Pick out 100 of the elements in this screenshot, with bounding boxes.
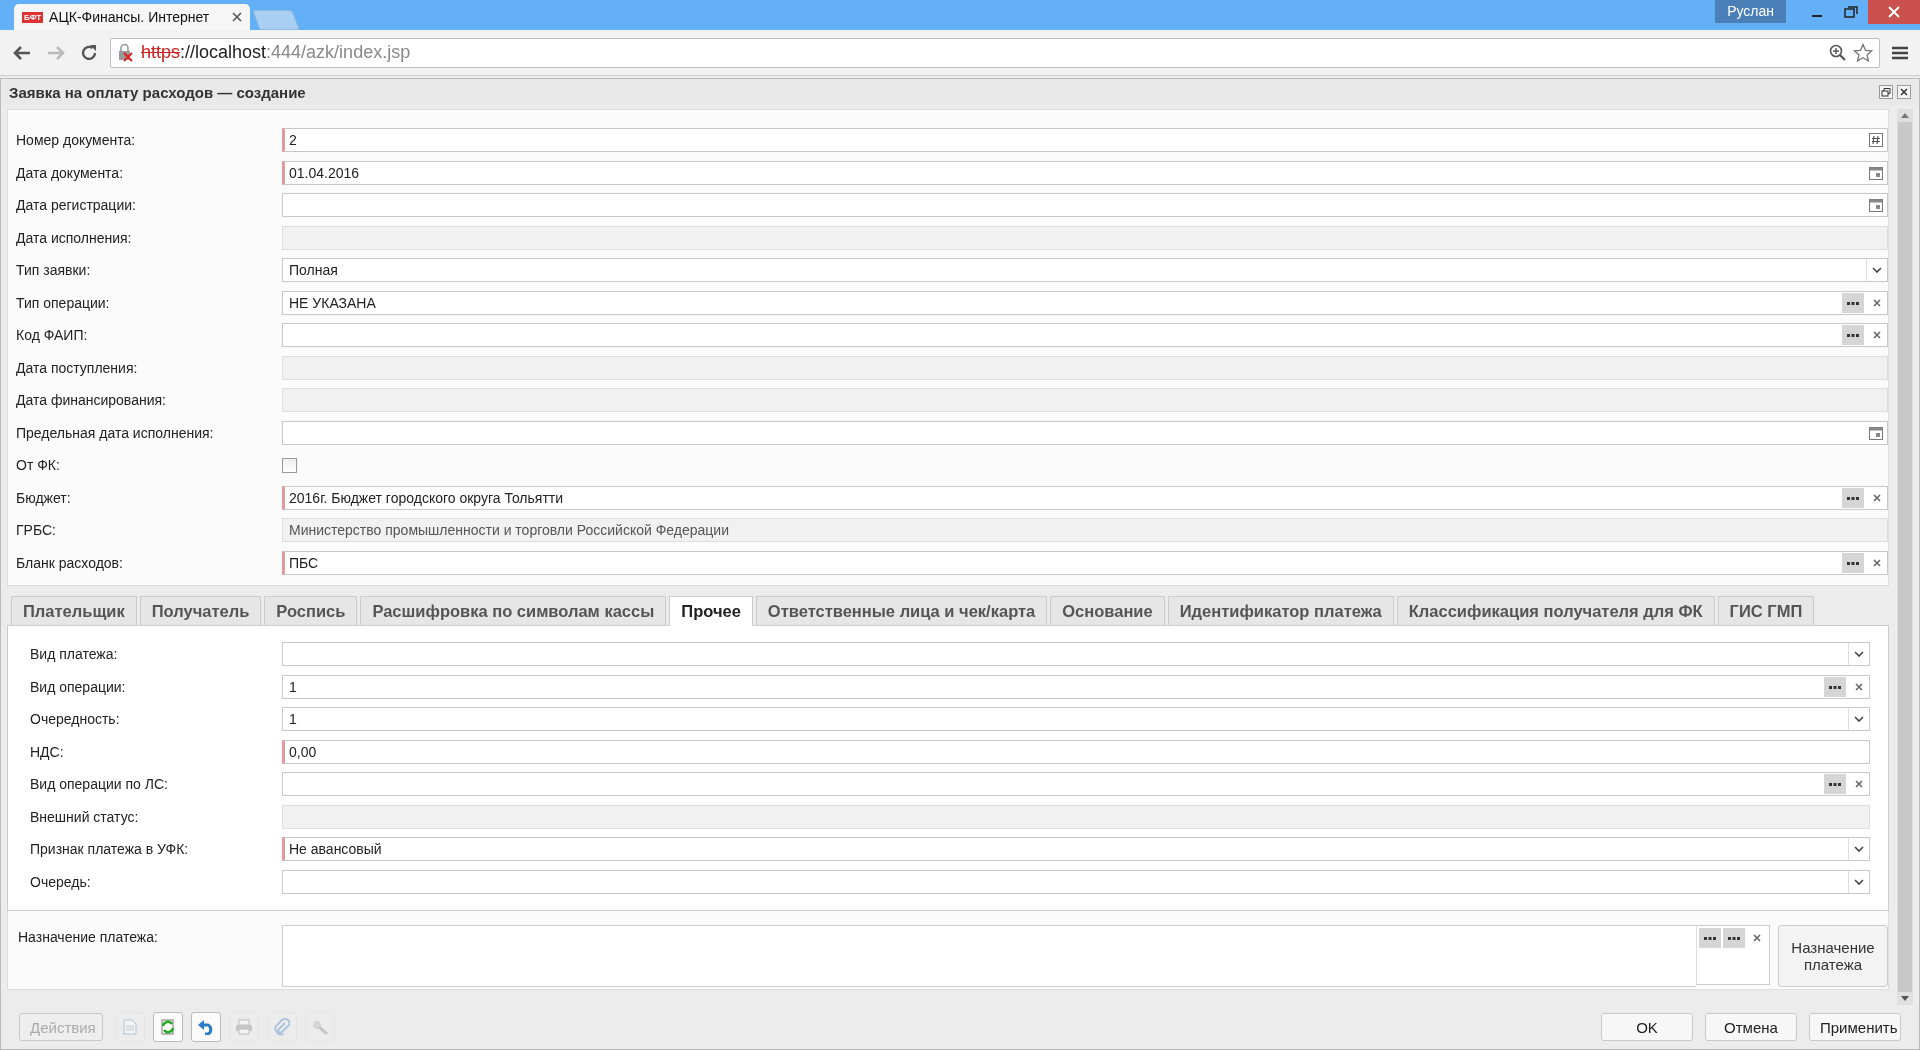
menu-icon[interactable] bbox=[1892, 45, 1908, 60]
field-label: Вид операции: bbox=[29, 678, 127, 695]
readonly-field[interactable]: Министерство промышленности и торговли Российской Федерации bbox=[282, 518, 1888, 543]
readonly-field[interactable] bbox=[282, 804, 1870, 829]
readonly-field[interactable] bbox=[282, 388, 1888, 413]
field-label: Дата документа: bbox=[16, 164, 125, 181]
undo-button[interactable] bbox=[191, 1012, 221, 1042]
field-label: Предельная дата исполнения: bbox=[16, 424, 215, 441]
clear-icon bbox=[1855, 780, 1863, 789]
numbering-icon[interactable] bbox=[1869, 133, 1883, 148]
lookup-field[interactable] bbox=[282, 772, 1870, 797]
more-button[interactable] bbox=[1824, 774, 1846, 795]
ellipsis-icon bbox=[1829, 684, 1841, 689]
field-label: Номер документа: bbox=[16, 132, 137, 149]
lookup-field[interactable]: 2016г. Бюджет городского округа Тольятти bbox=[282, 485, 1888, 510]
checkbox[interactable] bbox=[282, 457, 297, 473]
tab[interactable]: Роспись bbox=[264, 596, 358, 625]
calendar-icon[interactable] bbox=[1869, 425, 1883, 440]
tab[interactable]: Идентификатор платежа bbox=[1167, 596, 1394, 625]
favicon: БФТ bbox=[22, 11, 44, 23]
undo-icon bbox=[197, 1019, 215, 1035]
restore-icon[interactable] bbox=[1879, 85, 1893, 99]
minimize-icon bbox=[1812, 15, 1822, 17]
ellipsis-icon bbox=[1847, 560, 1859, 565]
dropdown-field[interactable] bbox=[282, 642, 1870, 667]
field-label: Тип заявки: bbox=[16, 262, 92, 279]
tab[interactable]: Плательщик bbox=[11, 596, 137, 625]
dropdown-field[interactable]: 1 bbox=[282, 707, 1870, 732]
scroll-down-icon[interactable] bbox=[1901, 996, 1909, 1001]
tab[interactable]: Расшифровка по символам кассы bbox=[360, 596, 667, 625]
field-label: Дата финансирования: bbox=[16, 392, 167, 409]
clear-icon bbox=[1873, 493, 1881, 502]
clear-icon bbox=[1873, 331, 1881, 340]
close-button[interactable] bbox=[1868, 0, 1920, 24]
field-label: Вид платежа: bbox=[29, 646, 119, 663]
field-label: Очередь: bbox=[29, 873, 92, 890]
lookup-field[interactable] bbox=[282, 323, 1888, 348]
lookup-field[interactable]: НЕ УКАЗАНА bbox=[282, 290, 1888, 315]
ellipsis-icon bbox=[1847, 333, 1859, 338]
document-icon bbox=[123, 1019, 137, 1035]
number-field[interactable]: 2 bbox=[282, 128, 1888, 153]
maximize-icon bbox=[1844, 6, 1858, 18]
text-field[interactable]: 0,00 bbox=[282, 739, 1870, 764]
address-bar[interactable]: https://localhost:444/azk/index.jsp bbox=[110, 37, 1880, 68]
field-label: Вид операции по ЛС: bbox=[29, 776, 169, 793]
dialog-button[interactable]: Применить bbox=[1809, 1013, 1901, 1041]
close-icon bbox=[1888, 6, 1900, 18]
field-label: Код ФАИП: bbox=[16, 327, 89, 344]
user-badge: Руслан bbox=[1715, 0, 1786, 23]
dropdown-field[interactable] bbox=[282, 869, 1870, 894]
tab[interactable]: Основание bbox=[1050, 596, 1165, 625]
printer-icon bbox=[235, 1019, 253, 1035]
tab[interactable]: Ответственные лица и чек/карта bbox=[755, 596, 1048, 625]
dialog-button[interactable]: Отмена bbox=[1705, 1013, 1797, 1041]
tab[interactable]: ГИС ГМП bbox=[1717, 596, 1815, 625]
tab[interactable]: Получатель bbox=[139, 596, 262, 625]
scrollbar[interactable] bbox=[1897, 109, 1913, 1005]
clear-icon bbox=[1855, 682, 1863, 691]
zoom-icon[interactable] bbox=[1829, 43, 1847, 62]
more-button[interactable] bbox=[1824, 676, 1846, 697]
field-label: Очередность: bbox=[29, 711, 121, 728]
back-icon[interactable] bbox=[12, 44, 32, 61]
lookup-field[interactable]: 1 bbox=[282, 674, 1870, 699]
refresh-button[interactable] bbox=[153, 1012, 183, 1042]
field-label: От ФК: bbox=[16, 457, 61, 474]
date-field[interactable]: 01.04.2016 bbox=[282, 160, 1888, 185]
star-icon[interactable] bbox=[1853, 42, 1873, 63]
more-button[interactable] bbox=[1842, 292, 1864, 313]
browser-tab[interactable]: БФТ АЦК-Финансы. Интернет bbox=[14, 4, 250, 30]
dropdown-field[interactable]: Не авансовый bbox=[282, 837, 1870, 862]
date-field[interactable] bbox=[282, 420, 1888, 445]
field-label: Тип операции: bbox=[16, 294, 111, 311]
more-button[interactable] bbox=[1842, 552, 1864, 573]
stamp-icon bbox=[311, 1019, 329, 1035]
more-button[interactable] bbox=[1842, 487, 1864, 508]
purpose-button[interactable]: Назначение платежа bbox=[1778, 925, 1888, 987]
tab[interactable]: Классификация получателя для ФК bbox=[1396, 596, 1715, 625]
tab[interactable]: Прочее bbox=[669, 596, 753, 626]
ellipsis-icon bbox=[1829, 782, 1841, 787]
scroll-up-icon[interactable] bbox=[1901, 113, 1909, 118]
more-button[interactable] bbox=[1842, 325, 1864, 346]
date-field[interactable] bbox=[282, 193, 1888, 218]
field-label: Дата поступления: bbox=[16, 359, 139, 376]
field-label: Дата регистрации: bbox=[16, 197, 137, 214]
calendar-icon[interactable] bbox=[1869, 165, 1883, 180]
calendar-icon[interactable] bbox=[1869, 198, 1883, 213]
reload-icon[interactable] bbox=[80, 43, 98, 62]
field-label: Бюджет: bbox=[16, 489, 72, 506]
close-icon[interactable] bbox=[1897, 85, 1911, 99]
readonly-field[interactable] bbox=[282, 355, 1888, 380]
ellipsis-icon bbox=[1728, 936, 1740, 940]
close-icon[interactable] bbox=[232, 12, 242, 22]
lookup-field[interactable]: ПБС bbox=[282, 550, 1888, 575]
field-label: Назначение платежа: bbox=[18, 928, 159, 945]
readonly-field[interactable] bbox=[282, 225, 1888, 250]
more-button[interactable] bbox=[1723, 928, 1745, 948]
dropdown-field[interactable]: Полная bbox=[282, 258, 1888, 283]
more-button[interactable] bbox=[1699, 928, 1721, 948]
clear-icon bbox=[1873, 298, 1881, 307]
dialog-button[interactable]: OK bbox=[1601, 1013, 1693, 1041]
